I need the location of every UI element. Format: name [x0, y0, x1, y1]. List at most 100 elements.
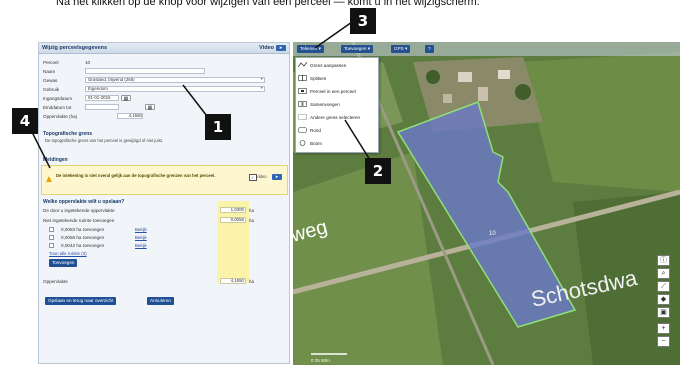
tekenen-button[interactable]: Tekenen ▾ — [297, 45, 324, 53]
opslaan-button[interactable]: Opslaan en terug naar overzicht — [45, 297, 117, 305]
round-icon — [298, 127, 307, 133]
total-unit: ha — [249, 279, 254, 284]
edit-border-icon — [298, 62, 307, 68]
callout-4: 4 — [12, 108, 38, 134]
total-value: 4,1550 — [220, 278, 246, 284]
parcel-number: 10 — [489, 231, 496, 237]
map-toolbar: Tekenen ▾ Toevoegen ▾ GPS ▾ ? — [293, 42, 680, 56]
add-row-label: 0,0056 ha toevoegen — [61, 235, 105, 240]
layers-icon[interactable]: ◆ — [657, 294, 670, 305]
opp-row-label: De door u ingetekende oppervlakte — [43, 208, 115, 213]
bekijk-link[interactable]: Bekijk — [135, 243, 147, 248]
add-row-checkbox[interactable] — [49, 227, 54, 232]
field-label-gebruik: Gebruik — [43, 87, 60, 92]
nested-parcel-icon — [298, 88, 307, 94]
intro-text: Na het klikken op de knop voor wijzigen … — [56, 0, 480, 8]
menu-item-perceel-in-perceel[interactable]: Perceel in een perceel — [298, 86, 378, 96]
help-button[interactable]: ? — [425, 45, 434, 53]
bekijk-link[interactable]: Bekijk — [135, 227, 147, 232]
menu-item-label: Grens aanpassen — [310, 62, 347, 68]
split-icon — [298, 75, 307, 81]
select-border-icon — [298, 114, 307, 120]
add-row-label: 0,0083 ha toevoegen — [61, 227, 105, 232]
opp-question: Welke oppervlakte wilt u opslaan? — [43, 199, 125, 205]
total-label: Oppervlakte — [43, 279, 68, 284]
bekijk-link[interactable]: Bekijk — [135, 235, 147, 240]
melding-text: De intekening is niet overal gelijk aan … — [56, 173, 216, 178]
annuleren-button[interactable]: Annuleren — [147, 297, 174, 305]
menu-item-label: Andere grens selecteren — [310, 114, 361, 120]
toevoegen-map-button[interactable]: Toevoegen ▾ — [341, 45, 374, 53]
callout-1: 1 — [205, 114, 231, 140]
opp-row-unit: ha — [249, 208, 254, 213]
gps-label: GPS — [394, 46, 404, 51]
menu-item-boom[interactable]: Boom — [298, 138, 378, 148]
wijzig-perceel-panel: Wijzig perceelsgegevens Video ▸ Perceel … — [38, 42, 290, 364]
opp-row-label: Niet ingetekende ruimte toevoegen — [43, 218, 115, 223]
menu-item-grens-aanpassen[interactable]: Grens aanpassen — [298, 60, 378, 70]
tekenen-label: Tekenen — [300, 46, 318, 51]
field-label-gewas: Gewas — [43, 78, 58, 83]
video-label: Video — [259, 45, 274, 51]
oppervlakte-value: 4,1550 — [117, 113, 143, 119]
field-label-ingangsdatum: Ingangsdatum — [43, 96, 73, 101]
add-row-checkbox[interactable] — [49, 243, 54, 248]
calendar-icon[interactable]: ▦ — [121, 95, 131, 102]
menu-item-andere-grens[interactable]: Andere grens selecteren — [298, 112, 378, 122]
menu-item-label: Splitsen — [310, 75, 327, 81]
menu-item-label: Perceel in een perceel — [310, 88, 356, 94]
zoom-out-button[interactable]: − — [657, 336, 670, 347]
search-icon[interactable]: ⌕ — [657, 268, 670, 279]
measure-icon[interactable]: ⟋ — [657, 281, 670, 292]
gewas-select[interactable]: Grasland, blijvend (265) — [85, 77, 265, 83]
meldingen-title: Meldingen — [43, 157, 68, 163]
field-value-perceel: 10 — [85, 60, 91, 65]
scale-bar: 0 25 50m — [311, 358, 330, 363]
opp-row-value: 1,0300 — [220, 207, 246, 213]
panel-header: Wijzig perceelsgegevens Video ▸ — [39, 43, 289, 54]
melding-video-label: Video — [256, 174, 267, 179]
gps-button[interactable]: GPS ▾ — [391, 45, 411, 53]
callout-2: 2 — [365, 158, 391, 184]
toevoegen-label: Toevoegen — [344, 46, 367, 51]
field-label-oppervlakte: Oppervlakte (ha) — [43, 114, 78, 119]
menu-item-splitsen[interactable]: Splitsen — [298, 73, 378, 83]
field-label-naam: Naam — [43, 69, 56, 74]
melding-video-button[interactable]: ▸ — [272, 174, 282, 180]
menu-item-rond[interactable]: Rond — [298, 125, 378, 135]
add-row-label: 0,0042 ha toevoegen — [61, 243, 105, 248]
menu-item-samenvoegen[interactable]: Samenvoegen — [298, 99, 378, 109]
info-icon[interactable]: ⓘ — [657, 255, 670, 266]
zoom-in-button[interactable]: + — [657, 323, 670, 334]
opp-row-unit: ha — [249, 218, 254, 223]
ingangsdatum-input[interactable]: 01-01-2016 — [85, 95, 119, 101]
grens-text: De topografische grens van het perceel i… — [45, 138, 164, 143]
field-label-einddatum: Einddatum tot — [43, 105, 72, 110]
gewas-value: Grasland, blijvend (265) — [88, 77, 135, 82]
melding-box: De intekening is niet overal gelijk aan … — [41, 165, 288, 195]
menu-item-label: Rond — [310, 127, 321, 133]
print-icon[interactable]: ▣ — [657, 307, 670, 318]
calendar-icon[interactable]: ▦ — [145, 104, 155, 111]
toevoegen-button[interactable]: Toevoegen — [49, 259, 78, 267]
menu-item-label: Boom — [310, 140, 323, 146]
map-tools: ⓘ ⌕ ⟋ ◆ ▣ + − — [657, 255, 670, 359]
tekenen-dropdown: Grens aanpassen Splitsen Perceel in een … — [295, 57, 379, 153]
tree-icon — [298, 140, 307, 146]
grens-title: Topografische grens — [43, 131, 93, 137]
toon-alle-link[interactable]: Toon alle ruimte (3) — [49, 251, 87, 256]
video-button[interactable]: ▸ — [276, 45, 286, 51]
panel-title: Wijzig perceelsgegevens — [42, 45, 108, 51]
einddatum-input[interactable] — [85, 104, 119, 110]
add-row-checkbox[interactable] — [49, 235, 54, 240]
opp-value-column — [217, 201, 249, 283]
callout-3: 3 — [350, 8, 376, 34]
warning-icon — [46, 176, 52, 182]
menu-item-label: Samenvoegen — [310, 101, 340, 107]
opp-row-value: 0,0056 — [220, 217, 246, 223]
gebruik-value: Eigendom — [88, 86, 108, 91]
gebruik-select[interactable]: Eigendom — [85, 86, 265, 92]
field-label-perceel: Perceel — [43, 60, 59, 65]
merge-icon — [298, 101, 307, 107]
naam-input[interactable] — [85, 68, 205, 74]
